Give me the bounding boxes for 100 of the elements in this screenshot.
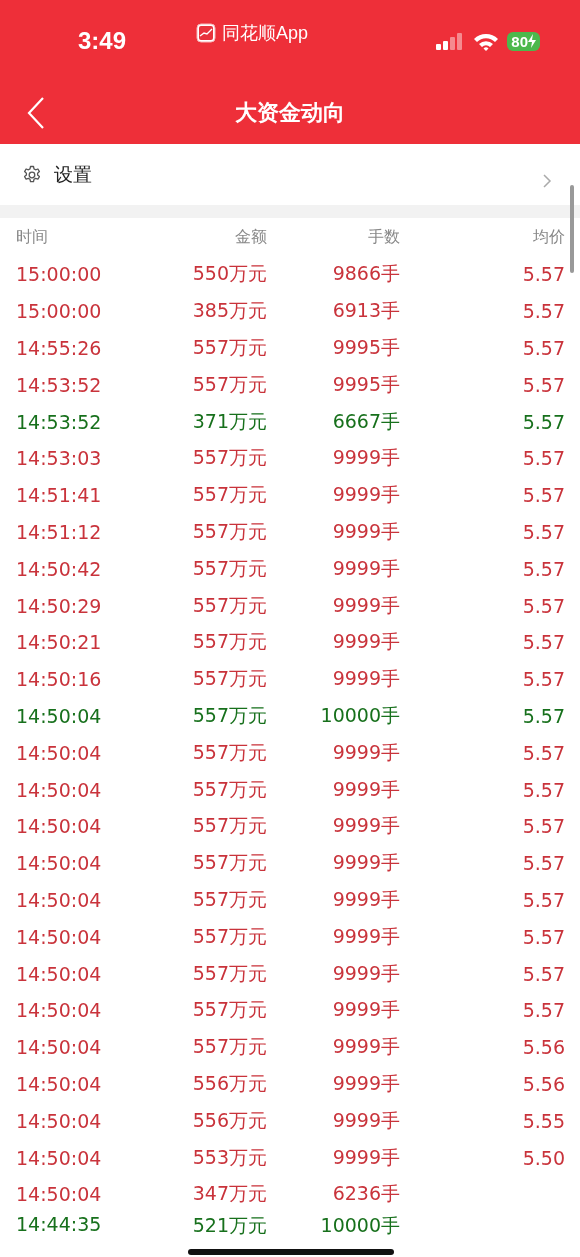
table-cell: 14:50:42 (16, 557, 102, 580)
table-cell: 14:50:04 (16, 1109, 102, 1132)
battery-indicator: 80 (507, 31, 540, 51)
table-cell-text: 9999手 (332, 850, 400, 876)
table-cell-text: 557万元 (192, 776, 267, 802)
table-cell: 5.57 (522, 778, 565, 801)
settings-icon (22, 164, 42, 185)
table-cell-text: 556万元 (192, 1107, 267, 1133)
table-cell: 5.57 (522, 852, 565, 875)
table-cell-text: 10000手 (320, 702, 400, 728)
table-cell: 5.57 (522, 447, 565, 470)
table-cell: 14:50:04 (16, 962, 102, 985)
table-cell-text: 9999手 (332, 666, 400, 692)
table-cell-text: 9999手 (332, 1070, 400, 1096)
table-cell-text: 556万元 (192, 1070, 267, 1096)
table-cell: 5.57 (522, 337, 565, 359)
table-cell: 14:50:04 (16, 815, 102, 838)
table-cell: 5.57 (522, 410, 565, 433)
table-cell: 5.57 (522, 484, 565, 507)
table-cell: 14:53:52 (16, 410, 102, 433)
status-time: 3:49 (78, 27, 127, 55)
table-cell: 5.57 (522, 263, 565, 286)
table-cell-text: 9999手 (332, 739, 400, 765)
table-cell-text: 9995手 (332, 335, 400, 360)
table-cell-text: 9999手 (332, 886, 400, 912)
table-cell: 14:50:04 (16, 999, 102, 1022)
table-cell-text: 553万元 (192, 1144, 267, 1170)
table-cell: 5.56 (522, 1036, 565, 1059)
table-cell-text: 557万元 (192, 739, 267, 765)
table-cell-text: 550万元 (192, 261, 267, 287)
app-name: 同花顺App (222, 22, 309, 45)
table-cell-text: 9999手 (332, 1034, 400, 1060)
table-cell: 5.57 (522, 815, 565, 838)
table-cell-text: 9999手 (332, 776, 400, 802)
table-cell: 5.57 (522, 557, 565, 580)
table-cell-text: 557万元 (192, 702, 267, 728)
table-cell-text: 9999手 (332, 518, 400, 544)
table-cell-text: 9999手 (332, 555, 400, 581)
table-cell: 14:55:26 (16, 337, 102, 359)
back-button[interactable] (26, 96, 46, 130)
table-cell: 5.57 (522, 300, 565, 323)
table-cell: 5.56 (522, 1072, 565, 1095)
table-cell: 14:51:12 (16, 520, 102, 543)
table-cell: 14:50:04 (16, 852, 102, 875)
table-cell: 14:50:04 (16, 1036, 102, 1059)
table-cell-text: 347万元 (192, 1181, 267, 1207)
table-cell: 14:50:04 (16, 1183, 102, 1206)
table-cell-text: 557万元 (192, 629, 267, 655)
table-cell: 5.57 (522, 888, 565, 911)
table-cell: 14:50:04 (16, 1072, 102, 1095)
table-cell: 14:53:03 (16, 447, 102, 470)
table-cell: 5.57 (522, 594, 565, 617)
table-cell: 5.57 (522, 962, 565, 985)
table-cell-text: 557万元 (192, 850, 267, 876)
table-cell-text: 557万元 (192, 666, 267, 692)
table-cell: 5.55 (522, 1109, 565, 1132)
table-cell-text: 9999手 (332, 629, 400, 655)
column-header: 均价 (533, 226, 565, 248)
table-cell-text: 557万元 (192, 371, 267, 397)
table-cell: 14:50:04 (16, 704, 102, 727)
column-header: 时间 (16, 226, 48, 248)
chevron-icon (542, 172, 552, 189)
table-cell-text: 557万元 (192, 518, 267, 544)
table-cell-text: 385万元 (192, 298, 267, 324)
table-cell: 14:50:16 (16, 668, 102, 691)
table-cell-text: 9999手 (332, 813, 400, 839)
table-cell: 14:53:52 (16, 373, 102, 396)
column-header: 金额 (235, 226, 267, 248)
table-cell-text: 557万元 (192, 997, 267, 1023)
table-cell-text: 557万元 (192, 1034, 267, 1060)
column-header: 手数 (368, 226, 400, 248)
settings-row[interactable]: 设置 (0, 144, 580, 205)
table-cell: 5.57 (522, 925, 565, 948)
table-cell: 5.57 (522, 668, 565, 691)
table-cell-text: 6913手 (332, 298, 400, 324)
table-cell: 5.57 (522, 373, 565, 396)
wifi-icon (473, 31, 500, 51)
table-cell-text: 9999手 (332, 923, 400, 949)
table-cell: 15:00:00 (16, 263, 102, 286)
table-cell-text: 557万元 (192, 813, 267, 839)
table-cell: 14:50:29 (16, 594, 102, 617)
table-cell: 5.57 (522, 631, 565, 654)
table-cell: 5.57 (522, 520, 565, 543)
table-cell-text: 557万元 (192, 482, 267, 508)
table-cell: 14:51:41 (16, 484, 102, 507)
table-cell: 14:50:04 (16, 925, 102, 948)
table-cell-text: 9995手 (332, 371, 400, 397)
table-cell: 14:50:04 (16, 1146, 102, 1169)
table-cell-text: 6667手 (332, 408, 400, 434)
table-cell: 5.57 (522, 704, 565, 727)
table-cell-text: 557万元 (192, 960, 267, 986)
table-cell: 5.57 (522, 999, 565, 1022)
scrollbar[interactable] (570, 185, 574, 273)
table-cell-text: 9999手 (332, 960, 400, 986)
table-cell: 14:50:04 (16, 888, 102, 911)
table-cell-text: 9999手 (332, 445, 400, 471)
table-cell-text: 6236手 (332, 1181, 400, 1207)
table-cell-text: 557万元 (192, 335, 267, 360)
table-cell-text: 557万元 (192, 592, 267, 618)
table-cell: 14:50:04 (16, 778, 102, 801)
